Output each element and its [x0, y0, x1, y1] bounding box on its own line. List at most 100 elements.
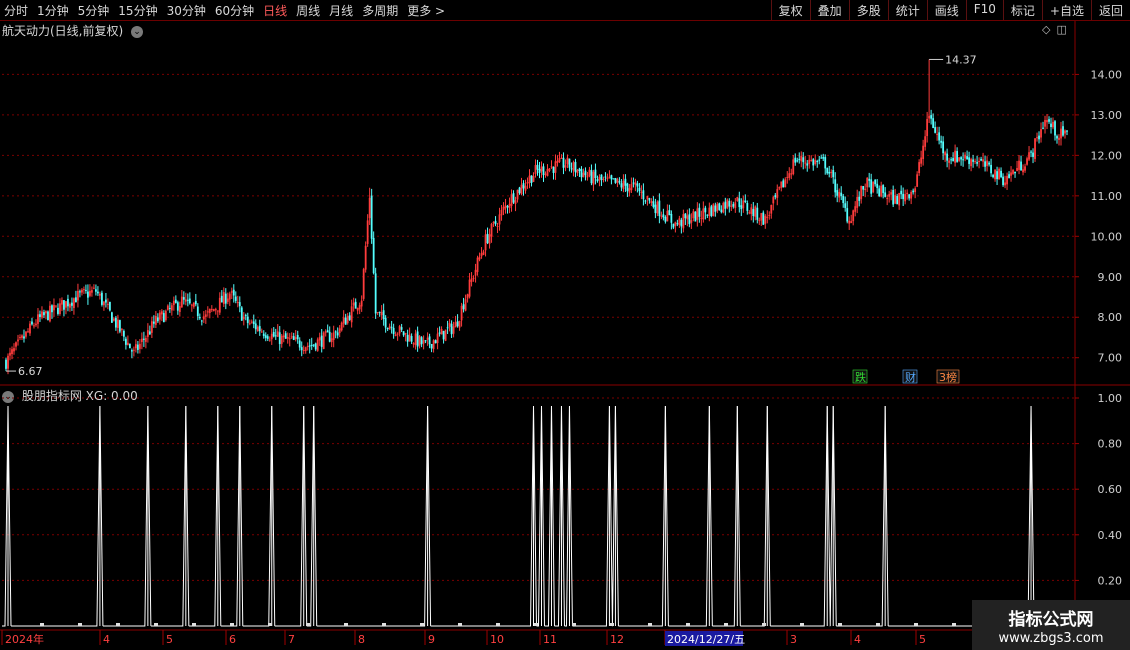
candle-body	[556, 160, 559, 163]
candle	[246, 312, 249, 329]
candle	[206, 306, 209, 317]
candle-body	[298, 340, 301, 348]
candle-body	[322, 332, 325, 349]
candle	[844, 196, 847, 212]
candle-body	[164, 310, 167, 321]
candle	[436, 327, 439, 350]
baseline-marker	[876, 623, 880, 626]
candle-body	[780, 181, 783, 188]
price-tick-label: 10.00	[1091, 230, 1123, 243]
candle	[504, 198, 507, 214]
candle	[176, 300, 179, 315]
candle-body	[832, 170, 835, 178]
candle-body	[424, 340, 427, 342]
candle-body	[206, 311, 209, 313]
candle	[61, 297, 63, 312]
candle	[876, 179, 879, 194]
candle	[164, 309, 167, 322]
candle-body	[1048, 119, 1050, 122]
candle-body	[896, 196, 899, 205]
candle-body	[592, 171, 595, 185]
stock-chart-canvas[interactable]: 14.00 13.00 12.00 11.00 10.00 9.00 8.00 7.00 1.0…	[0, 0, 1130, 650]
candle-body	[636, 183, 639, 187]
candle-body	[916, 174, 919, 187]
candle	[690, 213, 693, 229]
price-tick-label: 7.00	[1098, 352, 1123, 365]
candle	[53, 298, 55, 317]
candle-body	[346, 316, 349, 324]
candle-body	[380, 312, 383, 316]
candle-body	[544, 173, 547, 175]
candle	[29, 320, 31, 336]
candle	[858, 191, 861, 207]
candle	[120, 327, 123, 336]
candle-body	[900, 190, 903, 195]
candle-body	[552, 166, 555, 173]
candle-body	[508, 203, 511, 209]
candle	[710, 204, 713, 218]
candle-body	[1062, 126, 1064, 136]
candle	[704, 205, 707, 220]
candle-body	[982, 159, 984, 162]
candle	[910, 190, 913, 205]
time-tick-label: 9	[428, 633, 435, 646]
baseline-marker	[762, 623, 766, 626]
candle-body	[89, 290, 91, 296]
candle	[980, 156, 982, 162]
candle	[1008, 171, 1010, 179]
candle	[91, 286, 93, 297]
candle-body	[654, 204, 657, 213]
candle-body	[628, 188, 631, 193]
candle-body	[396, 333, 399, 335]
candle-body	[878, 188, 881, 197]
candle	[928, 59, 931, 124]
candle	[472, 275, 475, 282]
candle-body	[328, 331, 331, 342]
candle-body	[114, 317, 117, 328]
candle-body	[928, 115, 931, 119]
candle	[490, 222, 493, 243]
candle-body	[404, 333, 407, 335]
candle	[300, 341, 303, 357]
candle	[228, 291, 231, 306]
candle-body	[502, 206, 505, 210]
candle	[442, 330, 445, 344]
candle	[148, 325, 151, 336]
candle	[834, 172, 837, 198]
candle-body	[144, 338, 147, 342]
candle-body	[444, 329, 447, 341]
candle-body	[85, 289, 87, 291]
candle-body	[212, 309, 215, 311]
candle	[956, 147, 959, 163]
candle	[1054, 120, 1056, 141]
candle	[892, 185, 895, 208]
candle	[648, 197, 651, 204]
candle	[282, 329, 285, 343]
candle-body	[826, 168, 829, 174]
candle	[294, 329, 297, 342]
candle	[996, 166, 998, 186]
candle	[1004, 175, 1006, 189]
candle	[616, 177, 619, 188]
candle	[444, 329, 447, 342]
candle-body	[178, 306, 181, 312]
candle	[804, 155, 807, 169]
candle-body	[938, 132, 941, 141]
candle	[794, 153, 797, 166]
candle-body	[704, 207, 707, 213]
candle-body	[728, 201, 731, 207]
candle	[934, 121, 937, 134]
candle	[610, 174, 613, 185]
candle-body	[342, 317, 345, 324]
candle-body	[350, 306, 353, 323]
candle	[254, 319, 257, 334]
candle	[476, 255, 479, 276]
candle	[554, 154, 557, 180]
candle	[1050, 117, 1052, 134]
candle-body	[920, 157, 923, 164]
candle-body	[158, 312, 161, 320]
candle-body	[436, 333, 439, 343]
candle	[736, 196, 739, 202]
candle	[150, 316, 153, 338]
candle-body	[236, 301, 239, 303]
